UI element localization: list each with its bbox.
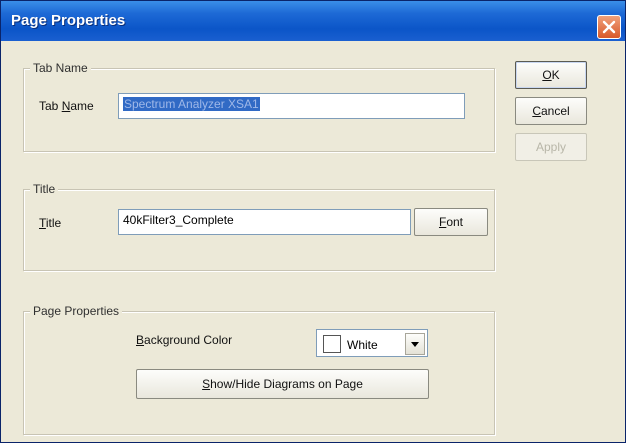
background-color-select[interactable]: White	[316, 329, 428, 357]
tab-name-input[interactable]: Spectrum Analyzer XSA1	[118, 93, 465, 119]
cancel-button[interactable]: Cancel	[515, 97, 587, 125]
tab-name-field-label: Tab Name	[39, 99, 94, 113]
title-input[interactable]: 40kFilter3_Complete	[118, 209, 411, 235]
show-hide-diagrams-button[interactable]: Show/Hide Diagrams on Page	[136, 369, 429, 399]
color-swatch	[323, 335, 341, 353]
chevron-down-icon	[411, 341, 419, 347]
ok-button-label: OK	[542, 68, 560, 82]
background-color-label: Background Color	[136, 333, 233, 347]
tab-name-value: Spectrum Analyzer XSA1	[123, 97, 260, 111]
title-bar[interactable]: Page Properties	[1, 1, 625, 41]
background-color-value: White	[347, 338, 378, 352]
show-hide-diagrams-label: Show/Hide Diagrams on Page	[202, 377, 363, 391]
dialog-title: Page Properties	[11, 12, 126, 29]
apply-button: Apply	[515, 133, 587, 161]
font-button-label: Font	[438, 215, 464, 229]
title-group-label: Title	[30, 182, 59, 196]
apply-button-label: Apply	[535, 140, 567, 154]
ok-button[interactable]: OK	[515, 61, 587, 89]
close-icon	[602, 20, 616, 34]
page-properties-group-label: Page Properties	[30, 304, 123, 318]
dropdown-arrow[interactable]	[405, 333, 425, 355]
tab-name-group-label: Tab Name	[30, 61, 91, 75]
dialog-body: Tab Name Tab Name Spectrum Analyzer XSA1…	[3, 41, 623, 441]
page-properties-dialog: Page Properties Tab Name Tab Name Spectr…	[0, 0, 626, 443]
font-button[interactable]: Font	[414, 208, 488, 236]
close-button[interactable]	[597, 15, 621, 39]
cancel-button-label: Cancel	[532, 104, 570, 118]
title-field-label: Title	[39, 216, 62, 230]
title-value: 40kFilter3_Complete	[123, 213, 234, 227]
